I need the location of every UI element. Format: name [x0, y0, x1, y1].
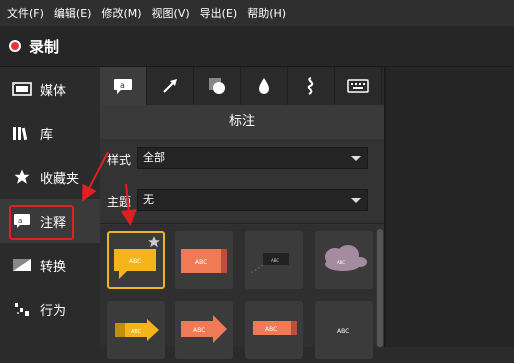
tab-shapes[interactable] — [194, 67, 241, 105]
transition-icon — [10, 253, 34, 277]
record-icon[interactable] — [9, 40, 21, 52]
menu-export[interactable]: 导出(E) — [200, 5, 238, 21]
theme-select-value: 无 — [143, 193, 154, 206]
tab-callouts[interactable]: a — [100, 67, 147, 105]
divider — [100, 223, 384, 224]
sidebar-item-label: 收藏夹 — [40, 171, 80, 187]
sidebar-item-favorites[interactable]: 收藏夹 — [0, 155, 100, 199]
callout-text: ABC — [265, 326, 277, 333]
sidebar-item-label: 行为 — [40, 303, 67, 319]
svg-text:a: a — [120, 81, 125, 90]
sidebar-item-transitions[interactable]: 转换 — [0, 243, 100, 287]
gallery-scrollbar[interactable] — [377, 229, 383, 347]
sketch-icon — [307, 77, 314, 95]
callout-preview: ABC — [337, 328, 349, 335]
style-select-value: 全部 — [143, 151, 165, 164]
film-icon — [10, 77, 34, 101]
callout-text: ABC — [193, 327, 205, 334]
callout-tile-cloud[interactable]: ABC — [315, 231, 373, 289]
sidebar-item-media[interactable]: 媒体 — [0, 67, 100, 111]
callout-text: ABC — [337, 260, 345, 265]
callout-tile-speech-orange[interactable]: ABC — [175, 231, 233, 289]
theme-select[interactable]: 无 — [137, 189, 368, 211]
sidebar-item-behaviors[interactable]: 行为 — [0, 287, 100, 331]
keyboard-icon — [347, 79, 369, 93]
menu-help[interactable]: 帮助(H) — [247, 5, 286, 21]
callout-tile-banner-orange[interactable]: ABC — [245, 301, 303, 359]
tab-arrows[interactable] — [147, 67, 194, 105]
callout-preview: ABC — [253, 321, 297, 335]
sidebar-item-label: 转换 — [40, 259, 67, 275]
annotations-panel: a 标注 样式 全部 主题 无 ABC ABC ABC ABC ABC ABC … — [100, 67, 384, 359]
menu-modify[interactable]: 修改(M) — [101, 5, 141, 21]
sidebar-item-label: 媒体 — [40, 83, 67, 99]
menu-view[interactable]: 视图(V) — [152, 5, 190, 21]
chevron-down-icon — [351, 156, 361, 161]
tab-keyboard[interactable] — [335, 67, 382, 105]
callout-text: ABC — [337, 328, 349, 335]
sidebar-item-library[interactable]: 库 — [0, 111, 100, 155]
callout-text: ABC — [195, 259, 207, 266]
menu-bar: 文件(F) 编辑(E) 修改(M) 视图(V) 导出(E) 帮助(H) — [0, 0, 514, 26]
style-label: 样式 — [107, 153, 132, 167]
callout-preview: ABC — [181, 249, 227, 273]
callout-tile-arrow-orange[interactable]: ABC — [175, 301, 233, 359]
star-icon[interactable] — [147, 235, 161, 249]
callout-icon: a — [114, 79, 132, 94]
canvas-area[interactable] — [384, 67, 514, 347]
arrow-icon — [163, 79, 177, 93]
callout-tile-speech-yellow[interactable]: ABC — [107, 231, 165, 289]
tab-blur[interactable] — [241, 67, 288, 105]
shape-icon — [209, 78, 225, 94]
callout-preview: ABC — [181, 315, 227, 343]
callout-text: ABC — [131, 329, 142, 335]
chevron-down-icon — [351, 198, 361, 203]
style-select[interactable]: 全部 — [137, 147, 368, 169]
record-button[interactable]: 录制 — [29, 36, 59, 57]
library-icon — [10, 121, 34, 145]
behavior-icon — [10, 297, 34, 321]
callout-tile-plain-text[interactable]: ABC — [315, 301, 373, 359]
blur-icon — [259, 78, 269, 94]
sidebar-item-label: 库 — [40, 127, 54, 143]
callout-text: ABC — [271, 258, 279, 263]
callout-tile-dark-bubble[interactable]: ABC — [245, 231, 303, 289]
record-bar: 录制 — [0, 26, 514, 67]
callout-preview: ABC — [115, 319, 159, 341]
menu-edit[interactable]: 编辑(E) — [54, 5, 92, 21]
theme-label: 主题 — [107, 195, 132, 209]
menu-file[interactable]: 文件(F) — [7, 5, 44, 21]
tab-sketch[interactable] — [288, 67, 335, 105]
highlight-box — [9, 205, 74, 240]
panel-title: 标注 — [100, 105, 384, 139]
callout-preview: ABC — [250, 253, 289, 274]
star-icon — [10, 165, 34, 189]
callout-preview: ABC — [325, 245, 367, 271]
callout-gallery: ABC ABC ABC ABC ABC ABC ABC ABC — [100, 225, 376, 359]
tool-tabs: a — [100, 67, 384, 105]
callout-text: ABC — [129, 258, 141, 265]
callout-tile-arrow-yellow[interactable]: ABC — [107, 301, 165, 359]
